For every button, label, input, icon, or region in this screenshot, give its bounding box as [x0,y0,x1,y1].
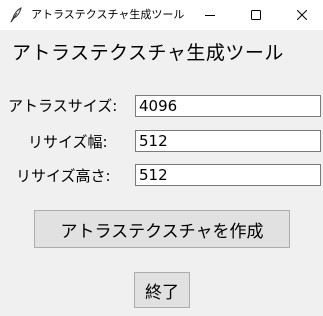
title-bar[interactable]: アトラステクスチャ生成ツール [0,0,323,30]
app-window: アトラステクスチャ生成ツール アトラステクスチャ生成ツール アトラスサイズ: リ… [0,0,323,316]
atlas-size-label: アトラスサイズ: [8,97,118,115]
resize-width-input[interactable] [135,130,321,152]
resize-height-input[interactable] [135,164,321,186]
resize-width-label: リサイズ幅: [28,133,108,151]
create-atlas-button[interactable]: アトラステクスチャを作成 [34,210,290,248]
close-button[interactable] [279,0,323,30]
maximize-button[interactable] [233,0,279,30]
maximize-icon [251,10,261,20]
minimize-button[interactable] [187,0,233,30]
minimize-icon [205,15,215,16]
page-title: アトラステクスチャ生成ツール [12,42,284,64]
resize-height-label: リサイズ高さ: [16,167,111,185]
feather-icon [9,7,23,23]
atlas-size-input[interactable] [135,95,321,117]
close-icon [297,10,307,20]
quit-button[interactable]: 終了 [134,272,190,308]
window-title: アトラステクスチャ生成ツール [31,8,185,21]
